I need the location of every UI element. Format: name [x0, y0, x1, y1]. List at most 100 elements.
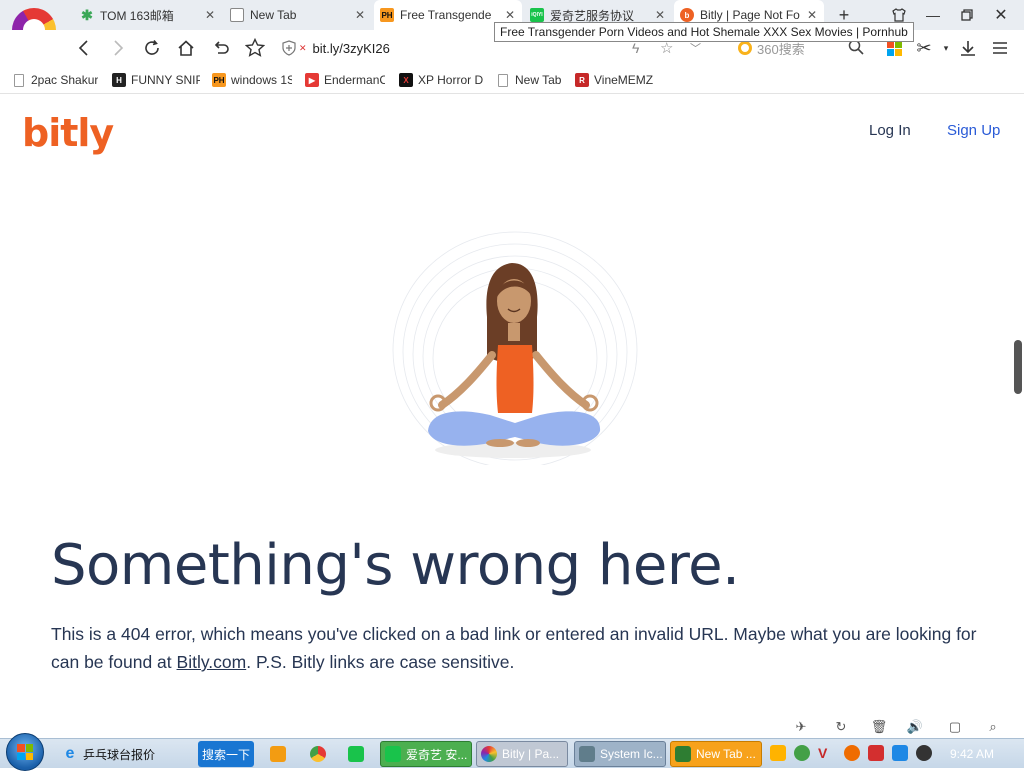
bookmark-windows[interactable]: PH windows 1S [212, 72, 292, 88]
youtube-icon: ▶ [305, 73, 319, 87]
body-text-after: . P.S. Bitly links are case sensitive. [246, 652, 515, 672]
iqiyi-favicon-icon: iQIYI [530, 8, 544, 22]
taskbar-label: New Tab ... [696, 747, 756, 761]
insecure-x-icon: ✕ [299, 42, 307, 53]
bookmark-2pac[interactable]: 2pac Shakur [14, 72, 98, 88]
error-headline: Something's wrong here. [51, 533, 740, 598]
menu-icon[interactable] [988, 36, 1012, 60]
download-icon[interactable] [956, 36, 980, 60]
tab-label: Bitly | Page Not Fo [700, 8, 800, 22]
screenshot-scissors-icon[interactable]: ✂ [912, 36, 936, 60]
tab-tooltip: Free Transgender Porn Videos and Hot She… [494, 22, 914, 42]
signup-link[interactable]: Sign Up [947, 122, 1000, 139]
bitly-com-link[interactable]: Bitly.com [177, 652, 247, 672]
tab-new-tab[interactable]: New Tab ✕ [224, 0, 372, 30]
clock[interactable]: 9:42 AM [950, 747, 994, 761]
tab-close-icon[interactable]: ✕ [654, 8, 666, 22]
floating-dock: ✈ ↻ 🗑 🔊 ▢ ⌕ [780, 716, 1020, 738]
taskbar-pinned-paint[interactable] [266, 741, 292, 767]
windows-logo-icon [17, 744, 33, 760]
back-icon[interactable] [72, 36, 96, 60]
page-icon [498, 73, 508, 87]
tab-tom-mail[interactable]: ✱ TOM 163邮箱 ✕ [74, 0, 222, 30]
360-search-logo-icon [738, 41, 752, 55]
bookmark-star-icon[interactable] [243, 36, 267, 60]
bookmark-label: windows 1S [231, 73, 292, 87]
tray-flag-icon[interactable] [868, 745, 884, 761]
volume-icon[interactable]: 🔊 [906, 718, 924, 736]
url-dropdown-chevron-icon[interactable]: ﹀ [690, 40, 701, 56]
tab-close-icon[interactable]: ✕ [204, 8, 216, 22]
paint-icon [270, 746, 286, 762]
window-icon[interactable]: ▢ [946, 718, 964, 736]
scissors-dropdown-icon[interactable]: ▾ [934, 36, 958, 60]
rocket-icon[interactable]: ✈ [792, 718, 810, 736]
chrome-icon [310, 746, 326, 762]
start-button[interactable] [6, 733, 44, 771]
scrollbar-thumb[interactable] [1014, 340, 1022, 394]
zoom-search-icon[interactable]: ⌕ [984, 718, 1002, 736]
refresh-circle-icon[interactable]: ↻ [832, 718, 850, 736]
forward-icon[interactable] [106, 36, 130, 60]
taskbar-item-iqiyi[interactable]: 爱奇艺 安... [380, 741, 472, 767]
bookmark-new-tab[interactable]: New Tab [498, 72, 568, 88]
bookmark-xp-horror[interactable]: X XP Horror D [399, 72, 483, 88]
taskbar-label: System Ic... [600, 747, 663, 761]
page-content: bitly Log In Sign Up Something's wrong h… [0, 95, 1024, 735]
tray-plus-icon[interactable] [794, 745, 810, 761]
undo-close-tab-icon[interactable] [209, 36, 233, 60]
bookmark-label: EndermanC [324, 73, 385, 87]
tom-mail-favicon-icon: ✱ [81, 6, 93, 23]
windows-taskbar: e 乒乓球台报价 搜索一下 爱奇艺 安... Bitly | Pa... Sys… [0, 733, 1024, 771]
taskbar-ie-search[interactable]: e 乒乓球台报价 [58, 741, 198, 767]
url-text[interactable]: bit.ly/3zyKI26 [313, 41, 390, 56]
tray-app-icon[interactable] [770, 745, 786, 761]
reload-icon[interactable] [140, 36, 164, 60]
taskbar-pinned-iqiyi[interactable] [344, 741, 370, 767]
ph-favicon-icon: PH [380, 8, 394, 22]
tab-close-icon[interactable]: ✕ [806, 8, 818, 22]
search-once-button[interactable]: 搜索一下 [198, 741, 254, 767]
shield-icon [675, 746, 691, 762]
hub-icon: H [112, 73, 126, 87]
tab-label: TOM 163邮箱 [100, 8, 174, 23]
tab-close-icon[interactable]: ✕ [354, 8, 366, 22]
minimize-icon[interactable]: — [922, 4, 944, 26]
taskbar-item-new-tab[interactable]: New Tab ... [670, 741, 762, 767]
bookmark-enderman[interactable]: ▶ EndermanC [305, 72, 385, 88]
taskbar-label: 搜索一下 [202, 747, 251, 762]
login-link[interactable]: Log In [869, 122, 911, 139]
lightning-icon[interactable]: ϟ [632, 40, 639, 56]
taskbar-label: 爱奇艺 安... [406, 747, 468, 762]
new-tab-favicon-icon [230, 8, 244, 22]
security-shield-icon[interactable] [282, 40, 296, 56]
bookmark-label: VineMEMZ [594, 73, 654, 87]
taskbar-label: 乒乓球台报价 [83, 747, 156, 762]
bookmark-label: New Tab [515, 73, 562, 87]
error-description: This is a 404 error, which means you've … [51, 620, 981, 676]
bookmark-label: XP Horror D [418, 73, 483, 87]
ie-icon: e [65, 745, 75, 762]
trash-icon[interactable]: 🗑 [870, 718, 888, 736]
taskbar-pinned-chrome[interactable] [306, 741, 332, 767]
bookmark-vinememz[interactable]: R VineMEMZ [575, 72, 659, 88]
bookmark-label: 2pac Shakur [31, 73, 98, 87]
tray-v-icon[interactable]: V [818, 745, 834, 761]
tray-network-icon[interactable] [892, 745, 908, 761]
system-icon [579, 746, 595, 762]
restore-icon[interactable] [956, 4, 978, 26]
iqiyi-icon [385, 746, 401, 762]
ph-icon: PH [212, 73, 226, 87]
x-icon: X [399, 73, 413, 87]
bookmark-funny-snip[interactable]: H FUNNY SNIP [112, 72, 200, 88]
bitly-logo[interactable]: bitly [22, 111, 114, 155]
taskbar-item-system-icons[interactable]: System Ic... [574, 741, 666, 767]
bookmark-label: FUNNY SNIP [131, 73, 200, 87]
tray-audio-icon[interactable] [916, 745, 932, 761]
home-icon[interactable] [174, 36, 198, 60]
tray-search-icon[interactable] [844, 745, 860, 761]
tab-close-icon[interactable]: ✕ [504, 8, 516, 22]
taskbar-item-bitly[interactable]: Bitly | Pa... [476, 741, 568, 767]
close-window-icon[interactable]: ✕ [990, 4, 1012, 26]
tab-label: New Tab [250, 8, 297, 22]
